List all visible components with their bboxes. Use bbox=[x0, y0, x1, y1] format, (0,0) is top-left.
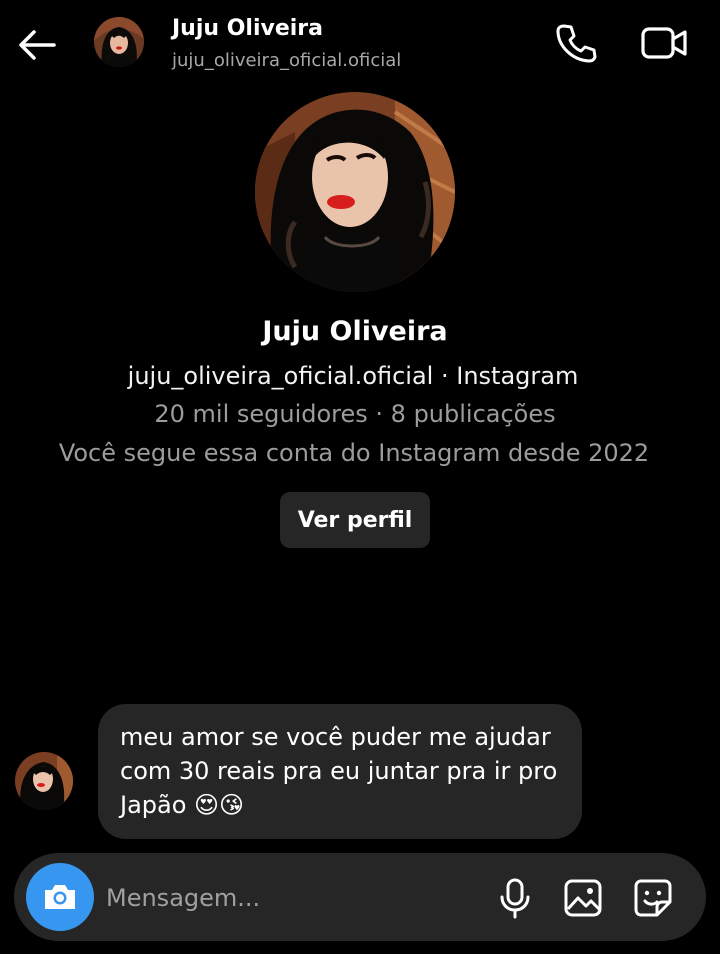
header-handle[interactable]: juju_oliveira_oficial.oficial bbox=[172, 50, 401, 71]
message-line: Japão 😍😘 bbox=[120, 791, 245, 819]
microphone-icon[interactable] bbox=[496, 877, 534, 919]
message-sender-avatar[interactable] bbox=[15, 752, 73, 810]
message-composer bbox=[14, 853, 706, 941]
image-icon[interactable] bbox=[562, 877, 604, 919]
view-profile-button[interactable]: Ver perfil bbox=[280, 492, 430, 548]
video-camera-icon[interactable] bbox=[638, 20, 690, 66]
phone-icon[interactable] bbox=[552, 20, 598, 66]
profile-stats: 20 mil seguidores · 8 publicações bbox=[154, 400, 556, 428]
message-line: com 30 reais pra eu juntar pra ir pro bbox=[120, 757, 558, 785]
sticker-icon[interactable] bbox=[632, 877, 674, 919]
profile-handle-source: juju_oliveira_oficial.oficial · Instagra… bbox=[127, 362, 579, 390]
message-input[interactable] bbox=[106, 881, 486, 915]
camera-button[interactable] bbox=[26, 863, 94, 931]
header-avatar[interactable] bbox=[94, 17, 144, 67]
back-arrow-icon[interactable] bbox=[14, 22, 60, 68]
header-name[interactable]: Juju Oliveira bbox=[172, 16, 323, 41]
profile-name: Juju Oliveira bbox=[262, 316, 448, 347]
message-bubble[interactable]: meu amor se você puder me ajudar com 30 … bbox=[98, 704, 582, 839]
profile-picture[interactable] bbox=[255, 92, 455, 292]
message-line: meu amor se você puder me ajudar bbox=[120, 723, 551, 751]
profile-follow-since: Você segue essa conta do Instagram desde… bbox=[58, 439, 650, 467]
chat-header: Juju Oliveira juju_oliveira_oficial.ofic… bbox=[0, 0, 720, 90]
camera-icon bbox=[45, 885, 75, 909]
